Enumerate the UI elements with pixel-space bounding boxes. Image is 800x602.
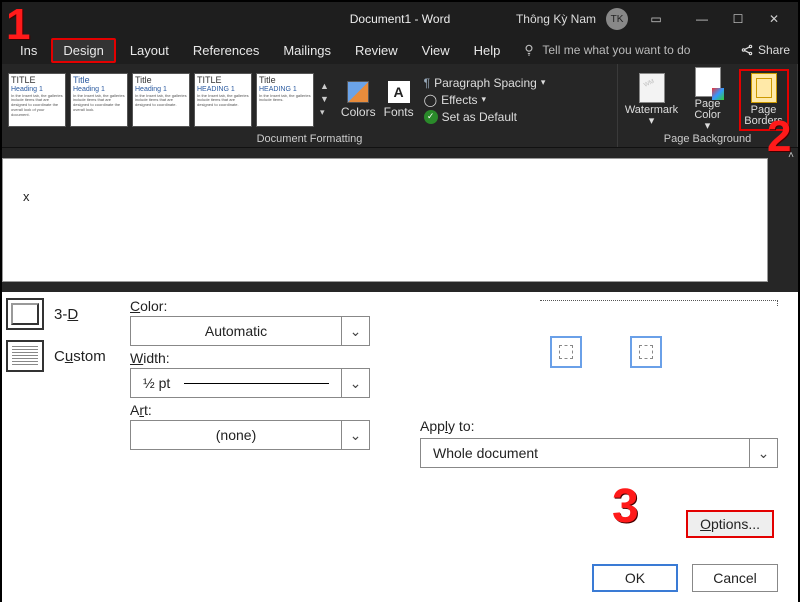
apply-to-label: Apply to: <box>420 418 475 434</box>
tab-references[interactable]: References <box>183 40 269 61</box>
tab-help[interactable]: Help <box>464 40 511 61</box>
colors-icon <box>347 81 369 103</box>
preview-left-button[interactable] <box>550 336 582 368</box>
close-button[interactable]: ✕ <box>756 5 792 33</box>
group-label-page-bg: Page Background <box>624 133 791 147</box>
style-thumb[interactable]: TitleHeading 1In the Insert tab, the gal… <box>132 73 190 127</box>
style-thumb[interactable]: TitleHEADING 1In the Insert tab, the gal… <box>256 73 314 127</box>
ok-button[interactable]: OK <box>592 564 678 592</box>
document-area: x ˄ <box>2 148 798 292</box>
tab-mailings[interactable]: Mailings <box>273 40 341 61</box>
menu-bar: Ins Design Layout References Mailings Re… <box>2 36 798 64</box>
avatar[interactable]: TK <box>606 8 628 30</box>
apply-to-value: Whole document <box>421 445 749 461</box>
set-default-button[interactable]: ✓Set as Default <box>424 110 546 124</box>
setting-3d-icon <box>6 298 44 330</box>
effects-button[interactable]: ◯Effects▾ <box>424 93 546 107</box>
page-color-icon <box>695 67 721 97</box>
style-thumb[interactable]: TITLEHEADING 1In the Insert tab, the gal… <box>194 73 252 127</box>
apply-to-combo[interactable]: Whole document ⌄ <box>420 438 778 468</box>
paragraph-spacing-button[interactable]: ¶Paragraph Spacing▾ <box>424 76 546 90</box>
art-value: (none) <box>131 427 341 443</box>
width-label: Width: <box>130 350 370 366</box>
page-borders-dialog: 3-D Custom Color: Automatic ⌄ Width: ½ p… <box>2 292 798 602</box>
share-label: Share <box>758 43 790 57</box>
app-title: Document1 - Word <box>350 12 450 26</box>
page-borders-icon <box>751 73 777 103</box>
maximize-button[interactable]: ☐ <box>720 5 756 33</box>
setting-custom[interactable]: Custom <box>6 340 114 372</box>
fonts-icon: A <box>388 81 410 103</box>
chevron-down-icon: ⌄ <box>341 317 369 345</box>
chevron-down-icon: ⌄ <box>341 421 369 449</box>
document-page[interactable]: x <box>2 158 768 282</box>
width-combo[interactable]: ½ pt ⌄ <box>130 368 370 398</box>
setting-3d[interactable]: 3-D <box>6 298 114 330</box>
fonts-button[interactable]: A Fonts <box>384 81 414 119</box>
annotation-2: 2 <box>767 112 791 162</box>
fonts-label: Fonts <box>384 105 414 119</box>
check-icon: ✓ <box>424 110 438 124</box>
watermark-button[interactable]: WM Watermark▾ <box>627 73 677 127</box>
color-value: Automatic <box>131 323 341 339</box>
annotation-1: 1 <box>6 0 30 50</box>
art-combo[interactable]: (none) ⌄ <box>130 420 370 450</box>
preview-right-button[interactable] <box>630 336 662 368</box>
tab-layout[interactable]: Layout <box>120 40 179 61</box>
color-label: Color: <box>130 298 370 314</box>
share-icon <box>740 43 754 57</box>
colors-label: Colors <box>341 105 376 119</box>
user-name: Thông Kỳ Nam <box>516 12 596 26</box>
setting-custom-icon <box>6 340 44 372</box>
cancel-button[interactable]: Cancel <box>692 564 778 592</box>
style-thumb[interactable]: TitleHeading 1In the Insert tab, the gal… <box>70 73 128 127</box>
tab-design[interactable]: Design <box>51 38 115 63</box>
minimize-button[interactable]: ― <box>684 5 720 33</box>
window-options-icon[interactable]: ▭ <box>638 5 674 33</box>
title-bar: Document1 - Word Thông Kỳ Nam TK ▭ ― ☐ ✕ <box>2 2 798 36</box>
page-color-button[interactable]: Page Color▾ <box>683 67 733 132</box>
style-gallery-up-icon[interactable]: ▲ <box>320 81 329 91</box>
share-button[interactable]: Share <box>740 43 790 57</box>
width-value: ½ pt <box>143 375 170 391</box>
options-button[interactable]: Options... <box>686 510 774 538</box>
lightbulb-icon <box>522 43 536 57</box>
annotation-3: 3 <box>612 479 639 534</box>
colors-button[interactable]: Colors <box>341 81 376 119</box>
chevron-down-icon: ⌄ <box>341 369 369 397</box>
color-combo[interactable]: Automatic ⌄ <box>130 316 370 346</box>
group-label-doc-formatting: Document Formatting <box>8 133 611 147</box>
watermark-icon: WM <box>639 73 665 103</box>
style-gallery-down-icon[interactable]: ▼ <box>320 94 329 104</box>
document-text: x <box>23 189 30 204</box>
style-gallery-more-icon[interactable]: ▾ <box>320 107 329 118</box>
style-thumb[interactable]: TITLEHeading 1In the Insert tab, the gal… <box>8 73 66 127</box>
art-label: Art: <box>130 402 370 418</box>
tab-review[interactable]: Review <box>345 40 408 61</box>
tab-view[interactable]: View <box>412 40 460 61</box>
tell-me-label: Tell me what you want to do <box>542 43 690 57</box>
chevron-down-icon: ⌄ <box>749 439 777 467</box>
tell-me-search[interactable]: Tell me what you want to do <box>522 43 690 57</box>
ribbon: TITLEHeading 1In the Insert tab, the gal… <box>2 64 798 148</box>
